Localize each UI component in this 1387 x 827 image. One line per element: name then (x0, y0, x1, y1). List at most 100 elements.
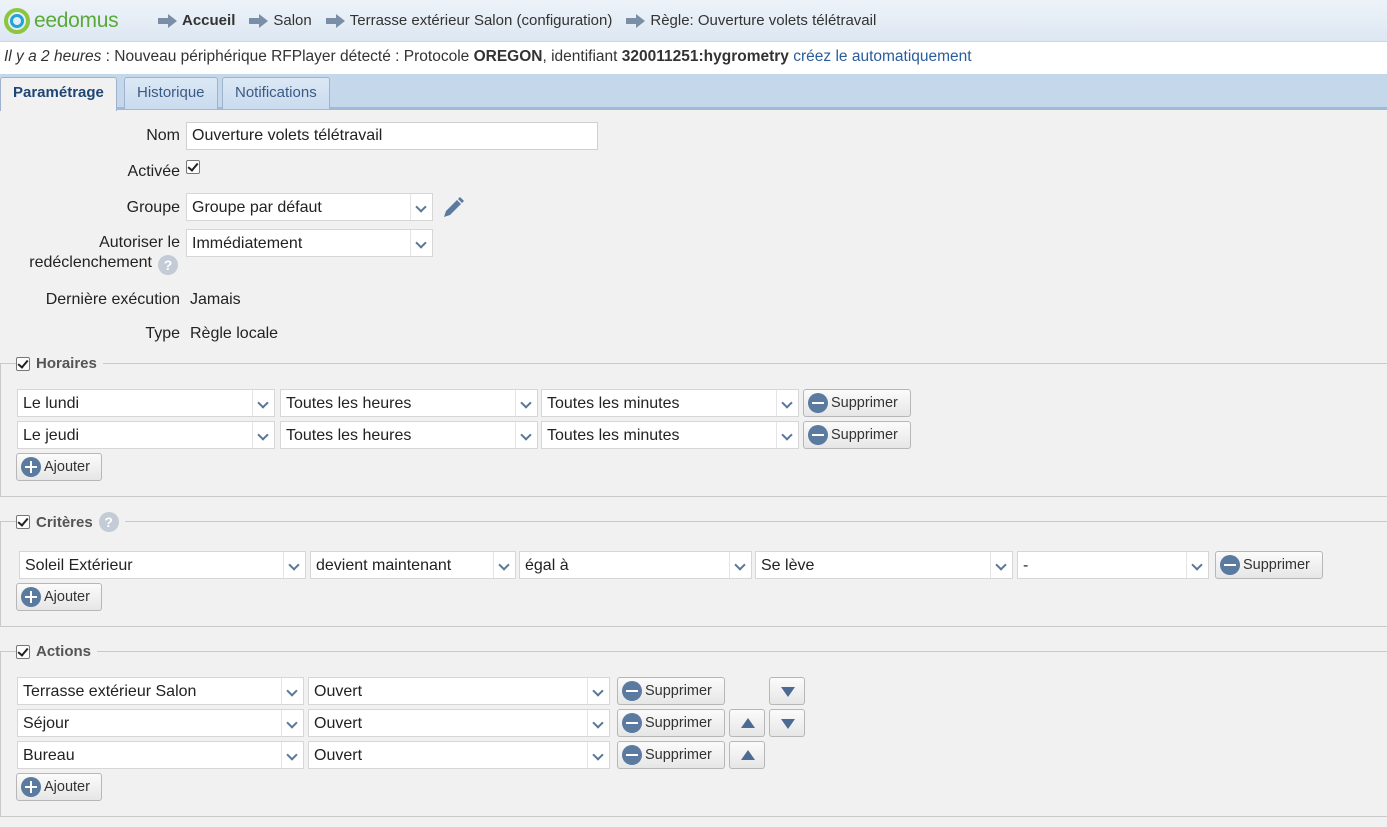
delete-button[interactable]: Supprimer (803, 421, 911, 449)
notice-text-1: : Nouveau périphérique RFPlayer détecté … (105, 48, 474, 65)
logo-text: eedomus (34, 9, 119, 32)
action-device-select[interactable]: Séjour (17, 709, 304, 737)
arrow-right-icon (158, 13, 177, 28)
critere-operator-select[interactable]: égal à (519, 551, 752, 579)
horaire-minutes-select[interactable]: Toutes les minutes (541, 421, 799, 449)
derniere-execution-value: Jamais (190, 291, 241, 308)
action-device-select[interactable]: Terrasse extérieur Salon (17, 677, 304, 705)
chevron-down-icon (515, 390, 537, 416)
eedomus-logo[interactable]: eedomus (4, 7, 119, 35)
help-icon[interactable]: ? (158, 255, 178, 275)
autoriser-label: Autoriser le (99, 234, 180, 251)
delete-button[interactable]: Supprimer (803, 389, 911, 417)
actions-legend: Actions (16, 643, 98, 660)
chevron-down-icon (776, 390, 798, 416)
fieldset-border (0, 626, 1387, 627)
help-icon[interactable]: ? (98, 512, 119, 532)
chevron-down-icon (587, 678, 609, 704)
move-down-button[interactable] (769, 709, 805, 737)
chevron-down-icon (281, 678, 303, 704)
horaire-hours-select[interactable]: Toutes les heures (280, 421, 538, 449)
chevron-down-icon (776, 422, 798, 448)
criteres-legend: Critères ? (16, 512, 125, 532)
action-value-select[interactable]: Ouvert (308, 741, 610, 769)
redeclenchement-label: redéclenchement (29, 254, 152, 271)
horaire-day-select[interactable]: Le lundi (17, 389, 275, 417)
type-value: Règle locale (190, 325, 279, 342)
horaires-checkbox[interactable] (16, 356, 30, 371)
breadcrumb-rule[interactable]: Règle: Ouverture volets télétravail (626, 12, 876, 29)
chevron-down-icon (1186, 552, 1208, 578)
critere-extra-select[interactable]: - (1017, 551, 1209, 579)
action-value-select[interactable]: Ouvert (308, 677, 610, 705)
arrow-right-icon (325, 13, 345, 28)
fieldset-border (0, 521, 1, 626)
chevron-down-icon (283, 552, 305, 578)
criteres-checkbox[interactable] (16, 515, 30, 529)
breadcrumb-device-config[interactable]: Terrasse extérieur Salon (configuration) (325, 12, 612, 29)
activee-label: Activée (127, 163, 180, 180)
delete-button[interactable]: Supprimer (617, 709, 725, 737)
groupe-select[interactable]: Groupe par défaut (186, 193, 433, 221)
notification-banner: Il y a 2 heures : Nouveau périphérique R… (0, 42, 1387, 74)
notice-text-2: , identifiant (542, 48, 622, 65)
move-down-button[interactable] (769, 677, 805, 705)
plus-circle-icon (21, 587, 41, 607)
arrow-right-icon (249, 13, 269, 28)
action-value-select[interactable]: Ouvert (308, 709, 610, 737)
critere-when-select[interactable]: devient maintenant (310, 551, 516, 579)
fieldset-border (0, 651, 1387, 652)
tab-historique[interactable]: Historique (124, 77, 218, 109)
arrow-down-icon (781, 719, 795, 729)
move-up-button[interactable] (729, 741, 765, 769)
notice-time: Il y a 2 heures (4, 48, 102, 65)
redeclenchement-select[interactable]: Immédiatement (186, 229, 433, 257)
chevron-down-icon (587, 742, 609, 768)
nom-input[interactable]: Ouverture volets télétravail (186, 122, 598, 150)
chevron-down-icon (281, 742, 303, 768)
groupe-label: Groupe (126, 199, 180, 216)
chevron-down-icon (990, 552, 1012, 578)
breadcrumb-accueil[interactable]: Accueil (158, 12, 235, 29)
move-up-button[interactable] (729, 709, 765, 737)
fieldset-border (0, 816, 1387, 817)
action-device-select[interactable]: Bureau (17, 741, 304, 769)
add-critere-button[interactable]: Ajouter (16, 583, 102, 611)
type-label: Type (145, 325, 180, 342)
chevron-down-icon (410, 194, 432, 220)
activee-checkbox[interactable] (186, 160, 200, 174)
arrow-down-icon (781, 687, 795, 697)
breadcrumb-salon[interactable]: Salon (249, 12, 312, 29)
breadcrumb: Accueil Salon Terrasse extérieur Salon (… (158, 12, 890, 29)
chevron-down-icon (281, 710, 303, 736)
delete-button[interactable]: Supprimer (617, 677, 725, 705)
tab-bar: Paramétrage Historique Notifications (0, 74, 1387, 111)
add-horaire-button[interactable]: Ajouter (16, 453, 102, 481)
auto-create-link[interactable]: créez le automatiquement (793, 48, 971, 65)
tab-parametrage[interactable]: Paramétrage (0, 77, 117, 111)
fieldset-border (0, 496, 1387, 497)
fieldset-border (0, 363, 1387, 364)
edit-pencil-icon[interactable] (440, 195, 466, 221)
horaire-hours-select[interactable]: Toutes les heures (280, 389, 538, 417)
add-action-button[interactable]: Ajouter (16, 773, 102, 801)
arrow-right-icon (626, 13, 646, 28)
notice-identifier: 320011251:hygrometry (621, 48, 789, 65)
fieldset-border (0, 651, 1, 816)
minus-circle-icon (1220, 555, 1240, 575)
actions-checkbox[interactable] (16, 644, 30, 659)
tab-notifications[interactable]: Notifications (222, 77, 330, 109)
critere-value-select[interactable]: Se lève (755, 551, 1013, 579)
horaire-day-select[interactable]: Le jeudi (17, 421, 275, 449)
minus-circle-icon (808, 425, 828, 445)
arrow-up-icon (741, 750, 755, 760)
horaire-minutes-select[interactable]: Toutes les minutes (541, 389, 799, 417)
derniere-execution-label: Dernière exécution (45, 291, 180, 308)
horaires-legend: Horaires (16, 355, 103, 372)
delete-button[interactable]: Supprimer (617, 741, 725, 769)
minus-circle-icon (622, 681, 642, 701)
critere-device-select[interactable]: Soleil Extérieur (19, 551, 306, 579)
nom-label: Nom (146, 127, 180, 144)
delete-button[interactable]: Supprimer (1215, 551, 1323, 579)
plus-circle-icon (21, 777, 41, 797)
